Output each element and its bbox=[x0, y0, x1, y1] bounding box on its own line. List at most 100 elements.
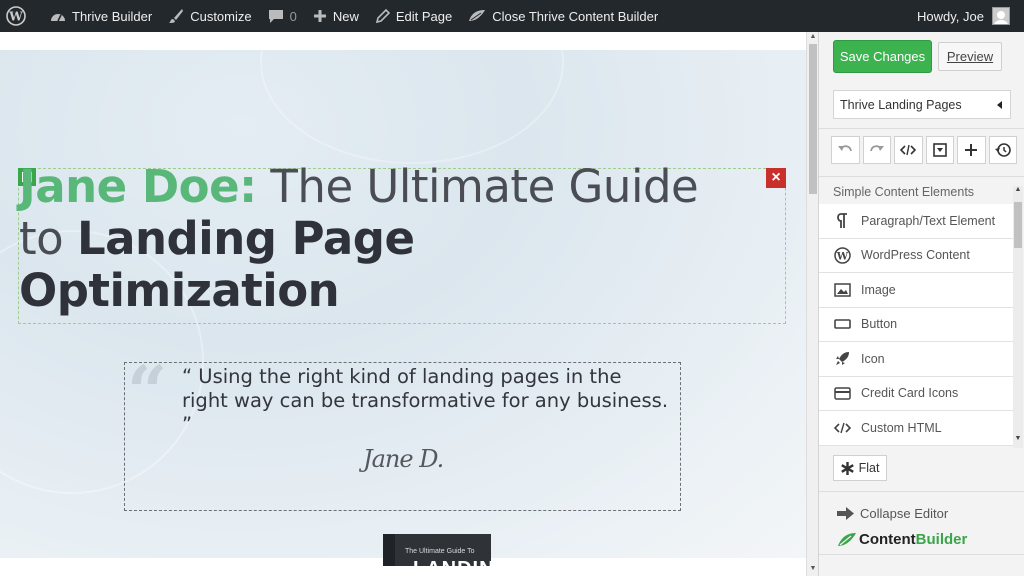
site-name-label: Thrive Builder bbox=[72, 8, 153, 24]
redo-icon bbox=[869, 145, 884, 152]
elements-section-title: Simple Content Elements bbox=[833, 185, 975, 199]
canvas-bottom-strip bbox=[0, 566, 806, 576]
html-view-button[interactable] bbox=[894, 136, 923, 164]
headline-element[interactable]: Jane Doe: The Ultimate Guide to Landing … bbox=[18, 161, 786, 324]
element-wordpress-content[interactable]: W WordPress Content bbox=[819, 238, 1013, 273]
greeting-label: Howdy, Joe bbox=[917, 8, 984, 24]
scroll-up-icon[interactable]: ▲ bbox=[809, 33, 817, 40]
button-icon bbox=[833, 315, 851, 333]
wordpress-logo-button[interactable]: W bbox=[0, 0, 42, 32]
rocket-icon bbox=[833, 350, 851, 368]
wordpress-icon: W bbox=[833, 246, 851, 264]
editor-canvas: Jane Doe: The Ultimate Guide to Landing … bbox=[0, 32, 806, 576]
flat-label: Flat bbox=[858, 461, 880, 475]
pencil-icon bbox=[375, 8, 390, 23]
customize-link[interactable]: Customize bbox=[160, 0, 259, 32]
undo-icon bbox=[838, 145, 853, 152]
element-button[interactable]: Button bbox=[819, 307, 1013, 342]
credit-card-icon bbox=[833, 384, 851, 402]
divider bbox=[819, 491, 1024, 492]
headline-title-2: to bbox=[19, 212, 77, 265]
canvas-scrollbar[interactable]: ▲ ▼ bbox=[806, 32, 818, 576]
preview-button[interactable]: Preview bbox=[938, 42, 1002, 71]
undo-button[interactable] bbox=[831, 136, 860, 164]
content-builder-logo: Content Builder bbox=[837, 531, 967, 548]
template-select[interactable]: Thrive Landing Pages bbox=[833, 90, 1011, 119]
asterisk-icon bbox=[840, 461, 854, 475]
headline-title-3: Landing Page bbox=[76, 212, 415, 265]
new-label: New bbox=[332, 8, 359, 24]
dashboard-gauge-icon bbox=[51, 14, 65, 22]
book-subtitle: The Ultimate Guide To bbox=[405, 548, 475, 555]
paragraph-icon bbox=[833, 212, 851, 230]
elements-scroll-thumb[interactable] bbox=[1014, 202, 1022, 248]
quote-mark-icon: “ bbox=[127, 350, 168, 433]
save-changes-button[interactable]: Save Changes bbox=[833, 40, 932, 73]
brush-icon bbox=[169, 9, 184, 23]
element-label: Custom HTML bbox=[861, 420, 942, 435]
close-icon[interactable]: × bbox=[766, 168, 786, 188]
new-content-link[interactable]: New bbox=[305, 0, 367, 32]
headline-title-1: The Ultimate Guide bbox=[256, 160, 699, 213]
close-builder-link[interactable]: Close Thrive Content Builder bbox=[460, 0, 666, 32]
customize-label: Customize bbox=[190, 8, 252, 24]
element-credit-card-icons[interactable]: Credit Card Icons bbox=[819, 376, 1013, 411]
comments-link[interactable]: 0 bbox=[260, 0, 305, 32]
elements-scrollbar[interactable]: ▲ ▼ bbox=[1013, 186, 1023, 448]
thrive-leaf-icon bbox=[469, 10, 486, 21]
scroll-down-icon[interactable]: ▼ bbox=[809, 565, 817, 572]
testimonial-element[interactable]: “ “ Using the right kind of landing page… bbox=[124, 357, 681, 511]
svg-text:W: W bbox=[835, 251, 848, 262]
divider bbox=[819, 176, 1024, 177]
signature: Jane D. bbox=[363, 445, 444, 473]
page-background: Jane Doe: The Ultimate Guide to Landing … bbox=[0, 32, 806, 576]
image-icon bbox=[833, 281, 851, 299]
element-label: Button bbox=[861, 317, 898, 332]
element-label: Paragraph/Text Element bbox=[861, 213, 996, 228]
revision-history-button[interactable] bbox=[988, 136, 1017, 164]
headline-name: Jane Doe: bbox=[19, 160, 257, 213]
element-custom-html[interactable]: Custom HTML bbox=[819, 411, 1013, 446]
redo-button[interactable] bbox=[862, 136, 891, 164]
divider bbox=[819, 554, 1024, 555]
scroll-down-icon[interactable]: ▼ bbox=[1013, 435, 1023, 442]
headline-text: Jane Doe: The Ultimate Guide to Landing … bbox=[19, 161, 787, 317]
caret-left-icon bbox=[997, 101, 1002, 109]
close-builder-label: Close Thrive Content Builder bbox=[492, 8, 659, 24]
save-template-button[interactable] bbox=[925, 136, 954, 164]
code-icon bbox=[900, 144, 917, 156]
plus-icon bbox=[313, 10, 326, 22]
comment-bubble-icon bbox=[268, 9, 283, 23]
add-element-button[interactable] bbox=[957, 136, 986, 164]
code-icon bbox=[833, 419, 851, 437]
thrive-leaf-icon bbox=[838, 532, 856, 546]
elements-list: Paragraph/Text Element W WordPress Conte… bbox=[819, 204, 1013, 448]
my-account-link[interactable]: Howdy, Joe bbox=[909, 0, 1024, 32]
canvas-scroll-thumb[interactable] bbox=[809, 44, 817, 194]
arrow-right-icon bbox=[837, 507, 854, 520]
headline-title-4: Optimization bbox=[19, 264, 340, 317]
site-name-link[interactable]: Thrive Builder bbox=[42, 0, 160, 32]
element-image[interactable]: Image bbox=[819, 273, 1013, 308]
plus-icon bbox=[965, 144, 978, 156]
collapse-label: Collapse Editor bbox=[860, 506, 949, 521]
template-selected-value: Thrive Landing Pages bbox=[840, 97, 962, 112]
element-label: Credit Card Icons bbox=[861, 386, 959, 401]
collapse-editor-button[interactable]: Collapse Editor bbox=[837, 506, 948, 521]
history-icon bbox=[994, 143, 1011, 157]
element-icon[interactable]: Icon bbox=[819, 342, 1013, 377]
flat-style-button[interactable]: Flat bbox=[833, 455, 887, 481]
element-label: WordPress Content bbox=[861, 248, 970, 263]
element-paragraph[interactable]: Paragraph/Text Element bbox=[819, 204, 1013, 239]
edit-page-label: Edit Page bbox=[395, 8, 453, 24]
brand-part-2: Builder bbox=[915, 531, 968, 548]
scroll-up-icon[interactable]: ▲ bbox=[1013, 186, 1023, 193]
edit-page-link[interactable]: Edit Page bbox=[367, 0, 460, 32]
editor-sidebar: Save Changes Preview Thrive Landing Page… bbox=[818, 32, 1024, 576]
toolbar bbox=[831, 136, 1017, 164]
avatar bbox=[992, 7, 1010, 25]
svg-text:W: W bbox=[8, 10, 23, 24]
element-label: Icon bbox=[861, 351, 885, 366]
wordpress-icon: W bbox=[6, 6, 26, 26]
template-icon bbox=[932, 143, 947, 157]
